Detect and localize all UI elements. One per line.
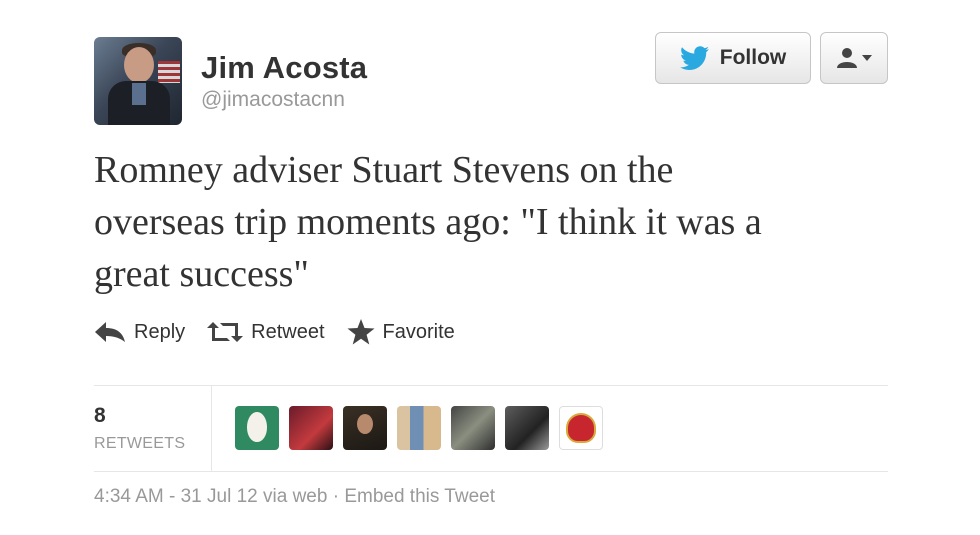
retweeter-avatar[interactable] [343,406,387,450]
stats-divider-vertical [211,386,212,471]
tweet-text: Romney adviser Stuart Stevens on the ove… [94,149,762,295]
reply-label: Reply [134,320,186,343]
retweeter-avatar[interactable] [289,406,333,450]
follow-button-label: Follow [719,46,787,69]
star-icon [347,319,375,345]
retweeter-avatar[interactable] [451,406,495,450]
tweet-source: via web [263,486,328,507]
user-actions-dropdown[interactable] [820,32,888,84]
retweeter-avatar[interactable] [559,406,603,450]
retweet-label: Retweet [251,320,325,343]
retweeter-avatar[interactable] [235,406,279,450]
author-screen-name[interactable]: @jimacostacnn [201,88,345,112]
twitter-bird-icon [679,46,709,70]
tweet-meta: 4:34 AM - 31 Jul 12 via web · Embed this… [94,486,495,508]
embed-tweet-link[interactable]: Embed this Tweet [344,486,495,507]
favorite-label: Favorite [382,320,455,343]
reply-action[interactable]: Reply [94,320,185,344]
retweet-count[interactable]: 8 [94,404,106,428]
retweeter-avatars [235,406,603,450]
follow-button[interactable]: Follow [655,32,811,84]
stats-divider-top [94,385,888,386]
caret-down-icon [862,55,872,61]
favorite-action[interactable]: Favorite [347,319,455,345]
retweeter-avatar[interactable] [505,406,549,450]
retweet-count-label[interactable]: RETWEETS [94,435,185,453]
user-icon [837,48,857,68]
author-display-name[interactable]: Jim Acosta [201,50,367,86]
stats-divider-bottom [94,471,888,472]
author-avatar[interactable] [94,37,182,125]
tweet-timestamp[interactable]: 4:34 AM - 31 Jul 12 [94,486,258,507]
retweeter-avatar[interactable] [397,406,441,450]
reply-icon [95,322,125,342]
retweet-action[interactable]: Retweet [207,320,325,344]
meta-separator: · [332,486,340,507]
tweet-actions: Reply Retweet Favorite [94,316,477,348]
retweet-icon [207,322,244,342]
